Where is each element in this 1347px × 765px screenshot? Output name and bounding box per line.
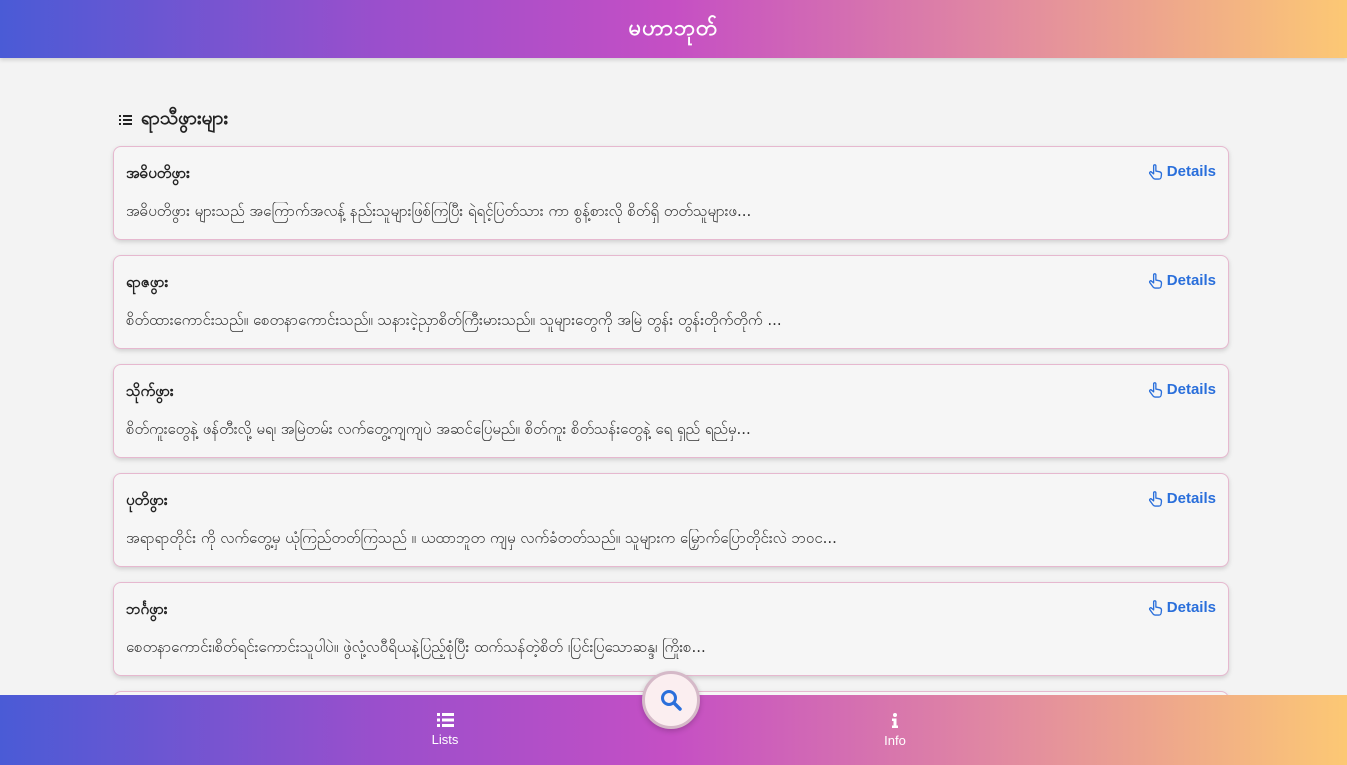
details-button[interactable]: Details [1148, 381, 1216, 398]
info-icon [892, 712, 898, 728]
list-item[interactable]: ပုတိဖွား အရာရာတိုင်း ကို လက်တွေ့မှ ယုံကြ… [113, 473, 1229, 567]
details-label: Details [1166, 272, 1216, 289]
item-title: အဓိပတိဖွား [126, 164, 190, 182]
search-button[interactable] [642, 671, 700, 729]
details-label: Details [1166, 163, 1216, 180]
pointer-hand-icon [1148, 599, 1162, 616]
nav-lists-button[interactable]: Lists [385, 695, 505, 765]
item-title: ဘင်္ဂဖွား [126, 600, 168, 618]
list-icon [436, 713, 454, 727]
list-item[interactable]: ရာဇဖွား စိတ်ထားကောင်းသည်။ စေတနာကောင်းသည်… [113, 255, 1229, 349]
pointer-hand-icon [1148, 163, 1162, 180]
list-item[interactable]: သိုက်ဖွား စိတ်ကူးတွေနဲ့ ဖန်တီးလို့ မရ၊ အ… [113, 364, 1229, 458]
item-title: ပုတိဖွား [126, 491, 168, 509]
nav-lists-label: Lists [431, 732, 459, 747]
list-item[interactable]: အဓိပတိဖွား အဓိပတိဖွား များသည် အကြောက်အလန… [113, 146, 1229, 240]
item-description: စေတနာကောင်း၊စိတ်ရင်းကောင်းသူပါပဲ။ ဖွဲလုံ… [126, 638, 706, 656]
details-label: Details [1166, 381, 1216, 398]
nav-info-label: Info [884, 732, 906, 748]
list-item[interactable]: ဘင်္ဂဖွား စေတနာကောင်း၊စိတ်ရင်းကောင်းသူပါ… [113, 582, 1229, 676]
search-icon [661, 690, 682, 711]
details-button[interactable]: Details [1148, 272, 1216, 289]
pointer-hand-icon [1148, 490, 1162, 507]
item-title: ရာဇဖွား [126, 273, 169, 291]
pointer-hand-icon [1148, 381, 1162, 398]
page-title: မဟာဘုတ် [628, 15, 719, 41]
item-description: စိတ်ကူးတွေနဲ့ ဖန်တီးလို့ မရ၊ အမြဲတမ်း လက… [126, 420, 751, 438]
details-button[interactable]: Details [1148, 163, 1216, 180]
app-header: မဟာဘုတ် [0, 0, 1347, 58]
zodiac-list: အဓိပတိဖွား အဓိပတိဖွား များသည် အကြောက်အလန… [113, 146, 1229, 726]
details-label: Details [1166, 490, 1216, 507]
section-header: ရာသီဖွားများ [119, 106, 228, 134]
item-description: အရာရာတိုင်း ကို လက်တွေ့မှ ယုံကြည်တတ်ကြသည… [126, 529, 837, 547]
section-title: ရာသီဖွားများ [141, 107, 229, 129]
list-icon [119, 114, 133, 126]
nav-info-button[interactable]: Info [835, 695, 955, 765]
pointer-hand-icon [1148, 272, 1162, 289]
details-label: Details [1166, 599, 1216, 616]
item-description: စိတ်ထားကောင်းသည်။ စေတနာကောင်းသည်။ သနားငဲ… [126, 311, 782, 329]
item-description: အဓိပတိဖွား များသည် အကြောက်အလန့် နည်းသူမျ… [126, 202, 752, 220]
details-button[interactable]: Details [1148, 599, 1216, 616]
details-button[interactable]: Details [1148, 490, 1216, 507]
item-title: သိုက်ဖွား [126, 382, 174, 400]
